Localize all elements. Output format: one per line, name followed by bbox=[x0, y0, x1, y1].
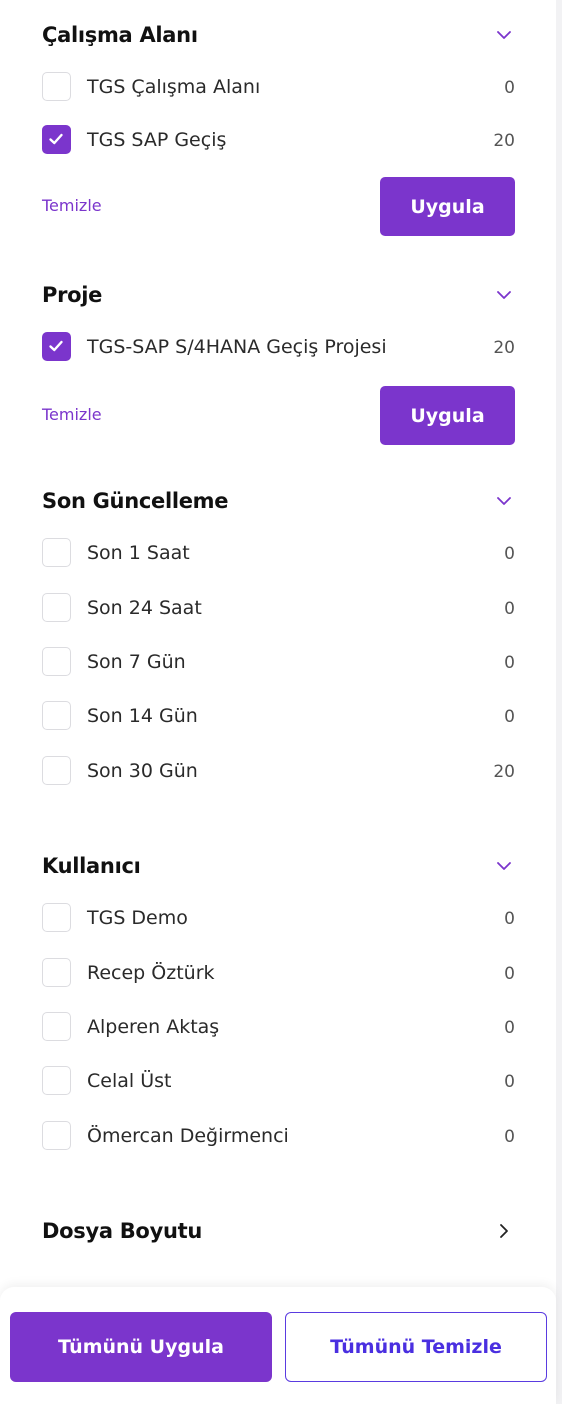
clear-link[interactable]: Temizle bbox=[42, 195, 102, 217]
clear-link[interactable]: Temizle bbox=[42, 404, 102, 426]
option-celal-ust[interactable]: Celal Üst 0 bbox=[42, 1066, 515, 1096]
checkbox[interactable] bbox=[42, 756, 71, 785]
option-label: TGS SAP Geçiş bbox=[87, 129, 227, 151]
option-label: Son 14 Gün bbox=[87, 705, 198, 727]
option-label: Alperen Aktaş bbox=[87, 1016, 220, 1038]
checkbox[interactable] bbox=[42, 1012, 71, 1041]
user-section: Kullanıcı TGS Demo 0 Recep Öztürk 0 Alpe… bbox=[42, 851, 515, 1151]
option-label: Son 24 Saat bbox=[87, 597, 202, 619]
option-omercan-degirmenci[interactable]: Ömercan Değirmenci 0 bbox=[42, 1121, 515, 1151]
option-tgs-sap-s4hana[interactable]: TGS-SAP S/4HANA Geçiş Projesi 20 bbox=[42, 332, 515, 362]
checkbox-checked[interactable] bbox=[42, 332, 71, 361]
checkbox-checked[interactable] bbox=[42, 125, 71, 154]
checkbox[interactable] bbox=[42, 647, 71, 676]
option-son-1-saat[interactable]: Son 1 Saat 0 bbox=[42, 538, 515, 568]
filter-footer: Tümünü Uygula Tümünü Temizle bbox=[0, 1287, 556, 1404]
project-actions: Temizle Uygula bbox=[42, 386, 515, 445]
apply-button[interactable]: Uygula bbox=[380, 177, 515, 236]
checkbox[interactable] bbox=[42, 538, 71, 567]
option-label: Son 1 Saat bbox=[87, 542, 190, 564]
section-title: Dosya Boyutu bbox=[42, 1219, 202, 1243]
chevron-down-icon[interactable] bbox=[493, 490, 515, 512]
option-label: TGS Çalışma Alanı bbox=[87, 76, 261, 98]
apply-all-button[interactable]: Tümünü Uygula bbox=[10, 1312, 272, 1382]
option-label: Son 30 Gün bbox=[87, 760, 198, 782]
chevron-down-icon[interactable] bbox=[493, 284, 515, 306]
option-label: Recep Öztürk bbox=[87, 962, 215, 984]
option-count: 0 bbox=[504, 707, 515, 727]
option-count: 0 bbox=[504, 653, 515, 673]
checkbox[interactable] bbox=[42, 701, 71, 730]
option-count: 0 bbox=[504, 1018, 515, 1038]
checkbox[interactable] bbox=[42, 903, 71, 932]
file-size-header[interactable]: Dosya Boyutu bbox=[42, 1216, 515, 1246]
project-section: Proje TGS-SAP S/4HANA Geçiş Projesi 20 T… bbox=[42, 280, 515, 445]
option-count: 20 bbox=[493, 762, 515, 782]
option-recep-ozturk[interactable]: Recep Öztürk 0 bbox=[42, 958, 515, 988]
file-size-section: Dosya Boyutu bbox=[42, 1216, 515, 1246]
chevron-down-icon[interactable] bbox=[493, 855, 515, 877]
option-count: 0 bbox=[504, 1072, 515, 1092]
last-update-section: Son Güncelleme Son 1 Saat 0 Son 24 Saat … bbox=[42, 486, 515, 786]
section-title: Kullanıcı bbox=[42, 854, 141, 878]
project-header[interactable]: Proje bbox=[42, 280, 515, 310]
checkbox[interactable] bbox=[42, 958, 71, 987]
filter-panel: Çalışma Alanı TGS Çalışma Alanı 0 TGS SA… bbox=[0, 0, 556, 1404]
option-label: TGS-SAP S/4HANA Geçiş Projesi bbox=[87, 336, 387, 358]
option-count: 0 bbox=[504, 599, 515, 619]
option-tgs-sap-gecis[interactable]: TGS SAP Geçiş 20 bbox=[42, 125, 515, 155]
option-label: Celal Üst bbox=[87, 1070, 172, 1092]
user-header[interactable]: Kullanıcı bbox=[42, 851, 515, 881]
chevron-right-icon[interactable] bbox=[493, 1220, 515, 1242]
check-icon bbox=[49, 340, 63, 352]
option-count: 0 bbox=[504, 909, 515, 929]
clear-all-button[interactable]: Tümünü Temizle bbox=[285, 1312, 547, 1382]
section-title: Çalışma Alanı bbox=[42, 23, 198, 47]
option-count: 0 bbox=[504, 544, 515, 564]
option-count: 20 bbox=[493, 131, 515, 151]
option-label: TGS Demo bbox=[87, 907, 188, 929]
checkbox[interactable] bbox=[42, 1121, 71, 1150]
apply-button[interactable]: Uygula bbox=[380, 386, 515, 445]
option-son-24-saat[interactable]: Son 24 Saat 0 bbox=[42, 593, 515, 623]
checkbox[interactable] bbox=[42, 72, 71, 101]
section-title: Son Güncelleme bbox=[42, 489, 229, 513]
check-icon bbox=[49, 133, 63, 145]
option-son-7-gun[interactable]: Son 7 Gün 0 bbox=[42, 647, 515, 677]
option-label: Son 7 Gün bbox=[87, 651, 186, 673]
last-update-header[interactable]: Son Güncelleme bbox=[42, 486, 515, 516]
workspace-section: Çalışma Alanı TGS Çalışma Alanı 0 TGS SA… bbox=[42, 20, 515, 236]
option-tgs-demo[interactable]: TGS Demo 0 bbox=[42, 903, 515, 933]
option-count: 0 bbox=[504, 1127, 515, 1147]
checkbox[interactable] bbox=[42, 1066, 71, 1095]
option-count: 0 bbox=[504, 964, 515, 984]
option-tgs-calisma-alani[interactable]: TGS Çalışma Alanı 0 bbox=[42, 72, 515, 102]
option-count: 0 bbox=[504, 78, 515, 98]
option-label: Ömercan Değirmenci bbox=[87, 1125, 289, 1147]
chevron-down-icon[interactable] bbox=[493, 24, 515, 46]
option-count: 20 bbox=[493, 338, 515, 358]
option-son-14-gun[interactable]: Son 14 Gün 0 bbox=[42, 701, 515, 731]
workspace-header[interactable]: Çalışma Alanı bbox=[42, 20, 515, 50]
option-alperen-aktas[interactable]: Alperen Aktaş 0 bbox=[42, 1012, 515, 1042]
workspace-actions: Temizle Uygula bbox=[42, 177, 515, 236]
section-title: Proje bbox=[42, 283, 103, 307]
option-son-30-gun[interactable]: Son 30 Gün 20 bbox=[42, 756, 515, 786]
checkbox[interactable] bbox=[42, 593, 71, 622]
